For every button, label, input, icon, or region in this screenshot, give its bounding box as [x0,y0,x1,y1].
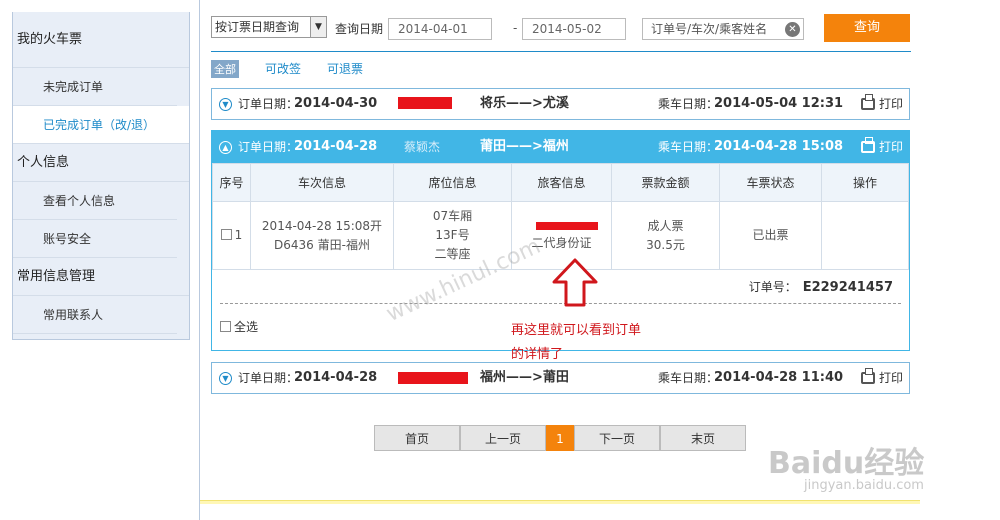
order-date-label: 订单日期： [238,97,299,111]
train-number-route: D6436 莆田-福州 [274,237,370,252]
col-passenger: 旅客信息 [511,163,612,202]
ticket-price: 30.5元 [646,237,685,252]
row-index: 1 [234,228,243,242]
query-type-select[interactable]: 按订票日期查询 ▼ [211,16,327,38]
filter-bar: 按订票日期查询 ▼ 查询日期 2014-04-01 - 2014-05-02 订… [211,14,911,52]
baidu-sub: jingyan.baidu.com [804,478,924,493]
order-number-label: 订单号： [748,280,797,294]
tab-refundable[interactable]: 可退票 [327,60,363,77]
order-header[interactable]: ▲ 订单日期： 2014-04-28 蔡颖杰 莆田——>福州 乘车日期： 201… [212,131,909,163]
status-cell: 已出票 [719,201,822,270]
order-date: 2014-04-30 [294,96,378,111]
print-label: 打印 [878,97,903,111]
sidebar-section-personal-info: 个人信息 [13,144,189,182]
select-all-label: 全选 [234,320,259,334]
chevron-down-icon[interactable]: ▼ [310,17,326,37]
redaction-mark [536,222,598,230]
order-route: 将乐——>尤溪 [480,96,569,111]
passenger-name: 蔡颖杰 [404,140,441,154]
page-prev-button[interactable]: 上一页 [460,425,546,451]
order-route: 莆田——>福州 [480,139,569,154]
order-date-label: 订单日期： [238,371,299,385]
search-placeholder: 订单号/车次/乘客姓名 [651,22,768,36]
seat-car: 07车厢 [432,209,473,223]
row-index-cell: 1 [212,201,251,270]
order-date: 2014-04-28 [294,370,378,385]
passenger-name-redacted [512,218,611,234]
clear-icon[interactable]: ✕ [785,22,800,37]
redacted-name [398,97,452,109]
sidebar-item-contacts[interactable]: 常用联系人 [13,296,177,334]
print-button[interactable]: 打印 [860,89,903,119]
annotation-text: 再这里就可以看到订单的详情了 [511,323,642,362]
expand-icon[interactable]: ▼ [219,98,232,111]
row-checkbox[interactable] [220,229,232,240]
col-action: 操作 [821,163,909,202]
page-next-button[interactable]: 下一页 [574,425,660,451]
sidebar-section-my-tickets: 我的火车票 [13,12,189,68]
page-first-button[interactable]: 首页 [374,425,460,451]
ticket-type: 成人票 [647,218,684,233]
print-label: 打印 [878,140,903,154]
baidu-logo: Baidu经验 [768,446,925,481]
print-button[interactable]: 打印 [860,363,903,393]
ride-date: 2014-04-28 11:40 [714,370,844,385]
table-header-row: 序号 车次信息 席位信息 旅客信息 票款金额 车票状态 操作 [212,163,909,202]
order-route: 福州——>莆田 [480,370,569,385]
ride-date-label: 乘车日期： [658,371,719,385]
expand-icon[interactable]: ▼ [219,372,232,385]
query-date-label: 查询日期 [335,22,384,36]
col-seat: 席位信息 [393,163,512,202]
order-header[interactable]: ▼ 订单日期： 2014-04-28 福州——>莆田 乘车日期： 2014-04… [212,363,909,393]
sidebar: 我的火车票 未完成订单 已完成订单（改/退） 个人信息 查看个人信息 账号安全 … [12,12,190,340]
order-header[interactable]: ▼ 订单日期： 2014-04-30 将乐——>尤溪 乘车日期： 2014-05… [212,89,909,119]
query-button[interactable]: 查询 [824,14,910,42]
ticket-table: 序号 车次信息 席位信息 旅客信息 票款金额 车票状态 操作 1 2014-04… [212,163,909,270]
date-separator: - [513,21,518,35]
select-all-checkbox[interactable] [220,321,231,332]
search-input[interactable]: 订单号/车次/乘客姓名 ✕ [642,18,804,40]
sidebar-section-common-info: 常用信息管理 [13,258,189,296]
redacted-name [398,372,468,384]
page-last-button[interactable]: 末页 [660,425,746,451]
order-number: E229241457 [802,280,893,295]
page-current[interactable]: 1 [546,425,574,451]
printer-icon [860,137,875,153]
sidebar-item-completed-orders[interactable]: 已完成订单（改/退） [13,106,189,144]
ride-date: 2014-05-04 12:31 [714,96,844,111]
col-price: 票款金额 [611,163,720,202]
train-departure: 2014-04-28 15:08开 [261,218,383,233]
sidebar-item-view-personal-info[interactable]: 查看个人信息 [13,182,177,220]
ride-date: 2014-04-28 15:08 [714,139,844,154]
col-train: 车次信息 [250,163,394,202]
order-date: 2014-04-28 [294,139,378,154]
bottom-notice-bar [200,500,920,504]
ride-date-label: 乘车日期： [658,97,719,111]
print-label: 打印 [878,371,903,385]
train-info-cell: 2014-04-28 15:08开 D6436 莆田-福州 [250,201,394,270]
tab-all[interactable]: 全部 [211,60,239,78]
ride-date-label: 乘车日期： [658,140,719,154]
order-date-label: 订单日期： [238,140,299,154]
sidebar-item-account-security[interactable]: 账号安全 [13,220,177,258]
order-card: ▼ 订单日期： 2014-04-30 将乐——>尤溪 乘车日期： 2014-05… [211,88,910,120]
collapse-icon[interactable]: ▲ [219,141,232,154]
action-cell [821,201,909,270]
order-card-expanded: ▲ 订单日期： 2014-04-28 蔡颖杰 莆田——>福州 乘车日期： 201… [211,130,910,351]
annotation-arrow-icon [552,258,598,307]
query-type-value: 按订票日期查询 [215,20,300,34]
printer-icon [860,368,875,384]
date-to-input[interactable]: 2014-05-02 [522,18,626,40]
printer-icon [860,94,875,110]
date-from-input[interactable]: 2014-04-01 [388,18,492,40]
seat-number: 13F号 [435,228,470,242]
tab-changeable[interactable]: 可改签 [265,60,301,77]
sidebar-item-unfinished-orders[interactable]: 未完成订单 [13,68,177,106]
col-index: 序号 [212,163,251,202]
col-status: 车票状态 [719,163,822,202]
price-cell: 成人票 30.5元 [611,201,720,270]
print-button[interactable]: 打印 [860,131,903,163]
